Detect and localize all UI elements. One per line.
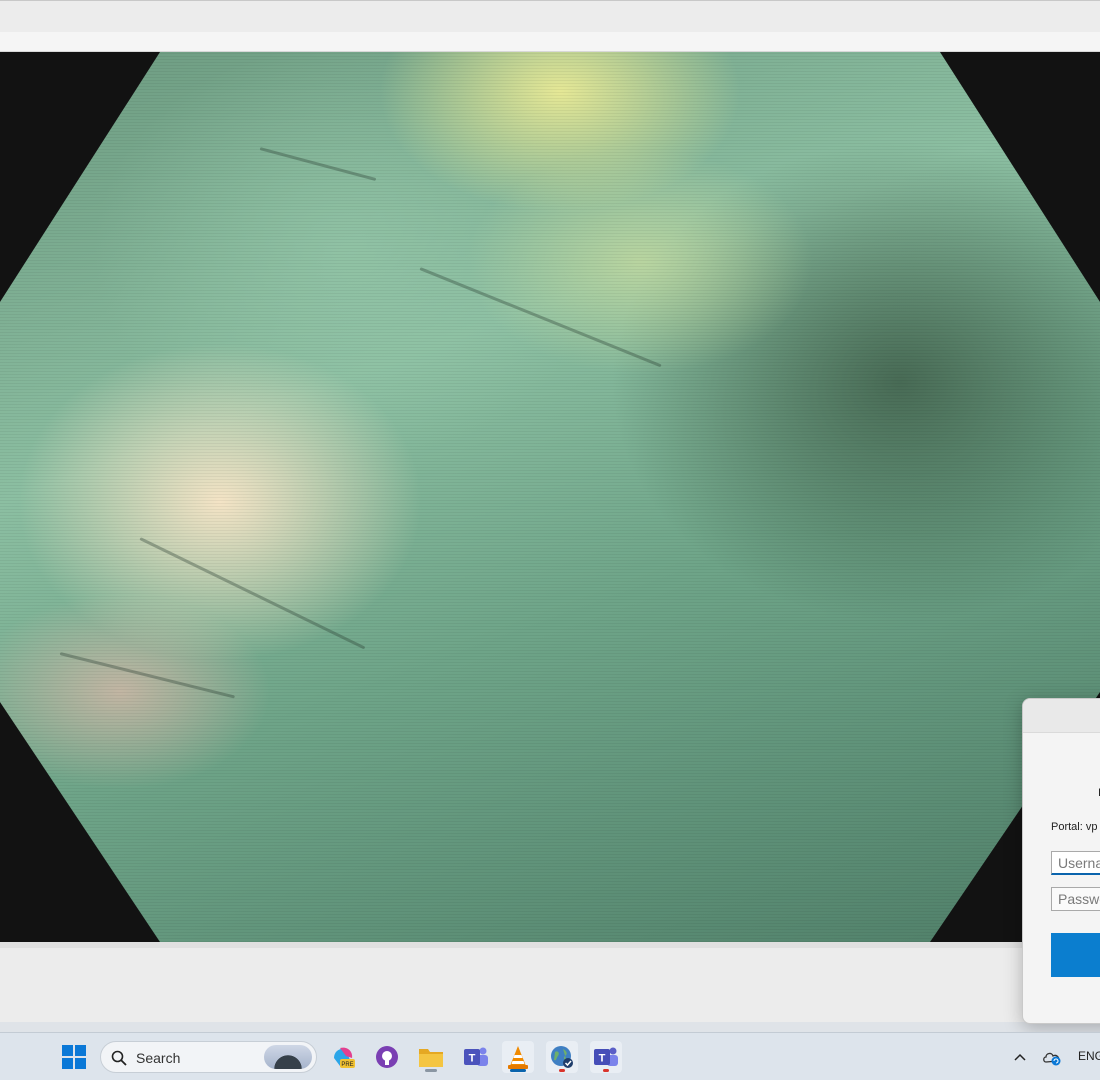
username-field[interactable] [1051, 851, 1100, 875]
teams-icon[interactable]: T [590, 1041, 622, 1073]
playback-controls-bar[interactable] [0, 942, 1100, 1022]
video-area[interactable] [0, 52, 1100, 942]
file-explorer-icon[interactable] [415, 1041, 447, 1073]
vpn-globe-icon[interactable] [546, 1041, 578, 1073]
password-field[interactable] [1051, 887, 1100, 911]
tissue-fold [59, 652, 236, 699]
svg-text:PRE: PRE [341, 1062, 353, 1068]
taskbar: Search PRE T T ENG [0, 1032, 1100, 1080]
svg-text:T: T [599, 1053, 606, 1065]
copilot-pre-icon[interactable]: PRE [327, 1041, 359, 1073]
search-label: Search [136, 1050, 181, 1066]
teams-classic-icon[interactable]: T [460, 1041, 492, 1073]
search-icon [111, 1050, 127, 1066]
screen: I Portal: vp Search PRE [0, 0, 1100, 1080]
vlc-icon[interactable] [502, 1041, 534, 1073]
show-hidden-icons-chevron-icon[interactable] [1008, 1041, 1032, 1073]
svg-text:T: T [469, 1053, 476, 1065]
search-highlight-image [264, 1045, 312, 1069]
tissue-fold [139, 537, 366, 650]
tissue-fold [419, 267, 662, 368]
window-menu-bar[interactable] [0, 32, 1100, 52]
portal-label: Portal: vp [1051, 821, 1098, 833]
onedrive-sync-icon[interactable] [1040, 1041, 1064, 1073]
language-indicator[interactable]: ENG [1078, 1049, 1100, 1063]
tissue-fold [259, 147, 377, 182]
vpn-login-dialog: I Portal: vp [1022, 698, 1100, 1024]
dialog-header[interactable] [1023, 699, 1100, 733]
windows-logo-icon [62, 1045, 73, 1056]
endoscopy-video-frame [0, 52, 1100, 942]
window-title-bar[interactable] [0, 0, 1100, 32]
taskbar-search[interactable]: Search [100, 1041, 317, 1073]
github-icon[interactable] [371, 1041, 403, 1073]
start-button[interactable] [62, 1045, 86, 1069]
connect-button[interactable] [1051, 933, 1100, 977]
